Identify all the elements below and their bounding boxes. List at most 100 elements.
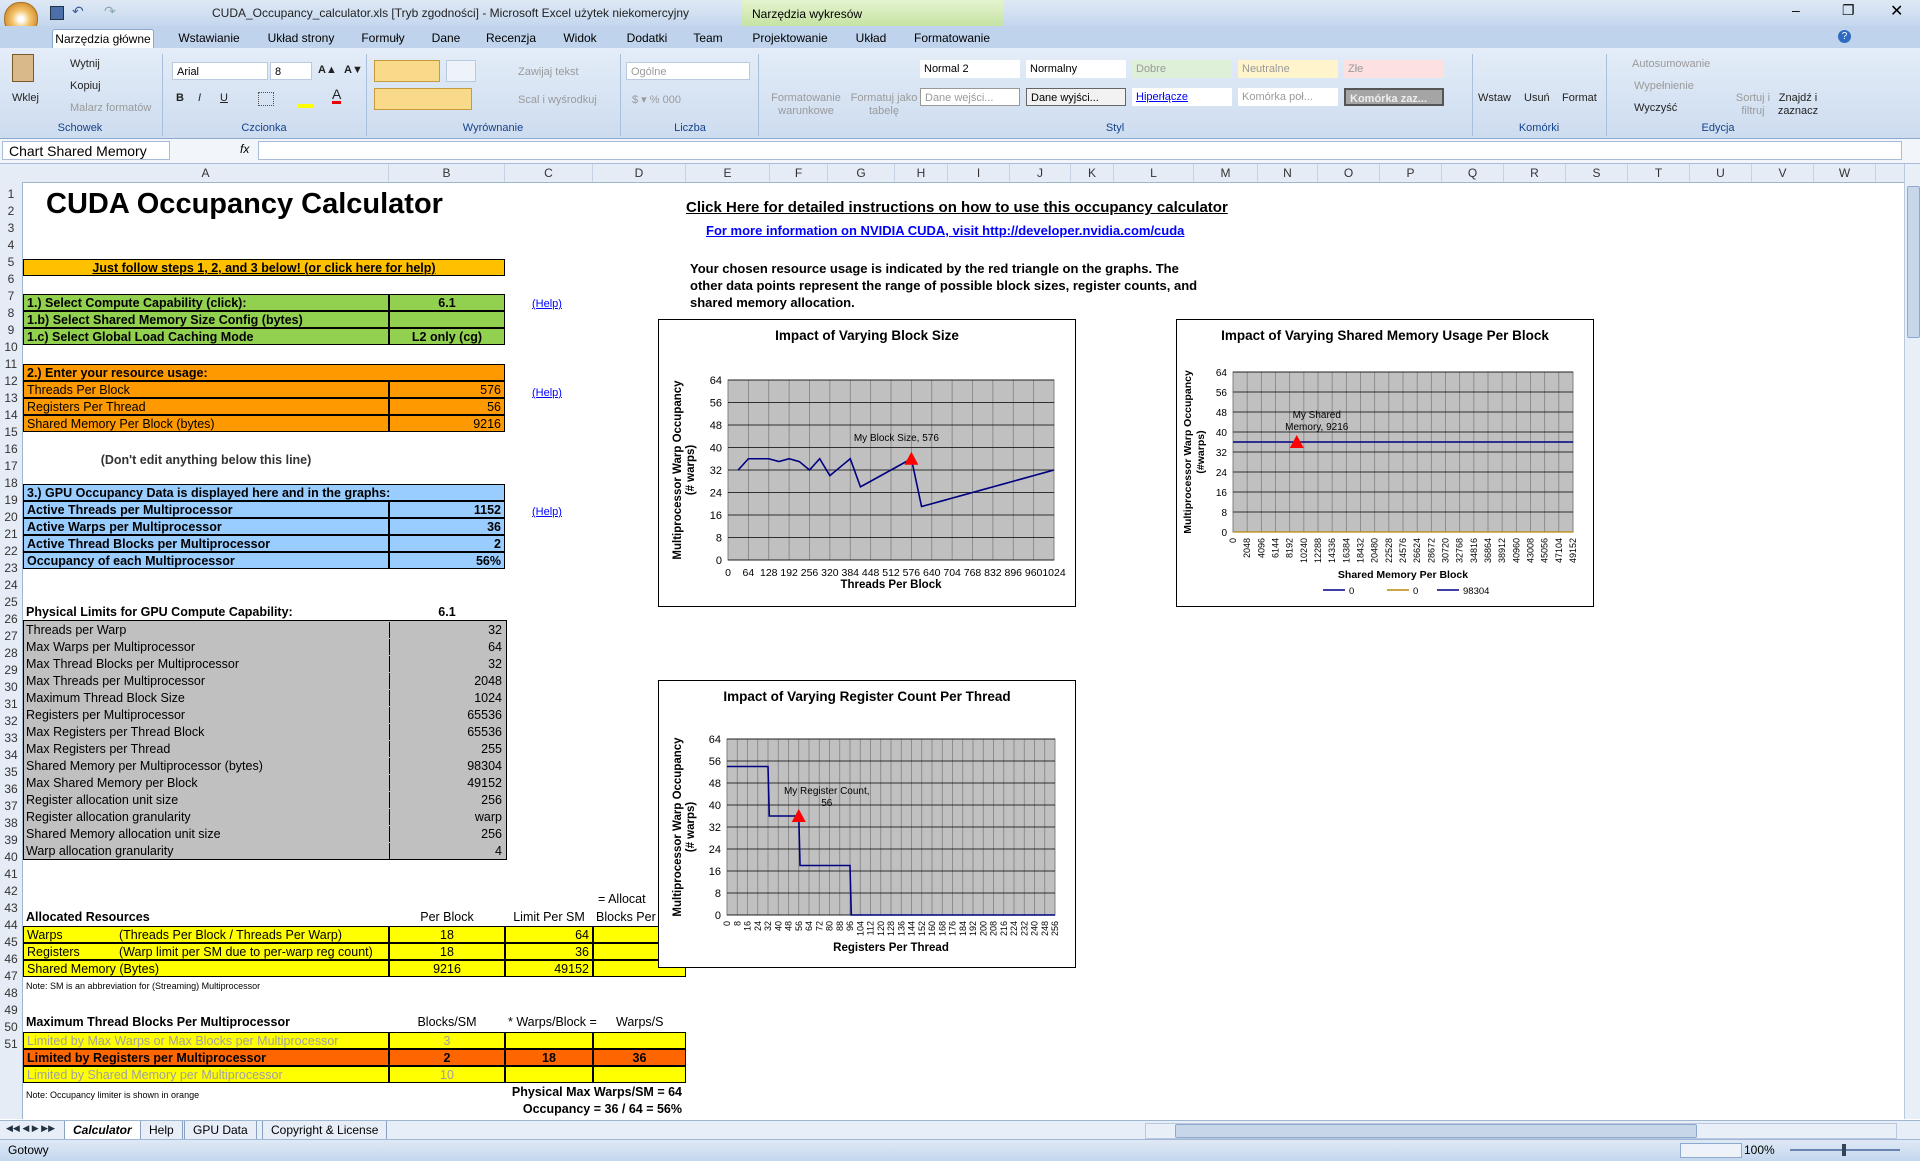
col-F[interactable]: F <box>770 164 828 182</box>
formula-input[interactable] <box>258 141 1902 160</box>
col-U[interactable]: U <box>1690 164 1752 182</box>
row-header-29[interactable]: 29 <box>0 663 22 677</box>
chart-register-count[interactable]: Impact of Varying Register Count Per Thr… <box>658 680 1076 968</box>
col-K[interactable]: K <box>1071 164 1114 182</box>
format-as-table-button[interactable]: Formatuj jako tabelę <box>846 92 922 118</box>
align-left-button[interactable] <box>374 88 472 110</box>
row-header-21[interactable]: 21 <box>0 527 22 541</box>
row-header-36[interactable]: 36 <box>0 782 22 796</box>
undo-icon[interactable]: ↶ <box>72 3 84 20</box>
style-zle[interactable]: Złe <box>1344 60 1444 78</box>
name-box[interactable]: Chart Shared Memory <box>2 141 170 160</box>
col-H[interactable]: H <box>895 164 948 182</box>
col-T[interactable]: T <box>1628 164 1690 182</box>
sheet-nav-icon[interactable]: ◀◀ ◀ ▶ ▶▶ <box>6 1123 55 1134</box>
row-header-41[interactable]: 41 <box>0 867 22 881</box>
row-header-51[interactable]: 51 <box>0 1037 22 1051</box>
col-V[interactable]: V <box>1752 164 1814 182</box>
row-header-27[interactable]: 27 <box>0 629 22 643</box>
row-header-50[interactable]: 50 <box>0 1020 22 1034</box>
style-input[interactable]: Dane wejści... <box>920 88 1020 106</box>
col-J[interactable]: J <box>1010 164 1071 182</box>
view-buttons[interactable] <box>1680 1143 1742 1158</box>
fx-icon[interactable]: fx <box>240 142 249 156</box>
row-header-42[interactable]: 42 <box>0 884 22 898</box>
row-header-40[interactable]: 40 <box>0 850 22 864</box>
row-header-48[interactable]: 48 <box>0 986 22 1000</box>
col-W[interactable]: W <box>1814 164 1876 182</box>
threads-per-block-input[interactable]: 576 <box>389 381 505 398</box>
insert-cells-button[interactable]: Wstaw <box>1478 92 1511 105</box>
row-header-30[interactable]: 30 <box>0 680 22 694</box>
tab-addins[interactable]: Dodatki <box>616 29 678 48</box>
style-output[interactable]: Dane wyjści... <box>1026 88 1126 106</box>
tab-insert[interactable]: Wstawianie <box>164 29 254 48</box>
chart-block-size[interactable]: Impact of Varying Block Size 0 64 128 192 256… <box>658 319 1076 607</box>
row-header-44[interactable]: 44 <box>0 918 22 932</box>
row-header-11[interactable]: 11 <box>0 357 22 371</box>
zoom-level[interactable]: 100% <box>1744 1143 1775 1157</box>
row-header-4[interactable]: 4 <box>0 238 22 252</box>
tab-formulas[interactable]: Formuły <box>352 29 414 48</box>
row-header-46[interactable]: 46 <box>0 952 22 966</box>
col-P[interactable]: P <box>1380 164 1442 182</box>
sheet-tab-calculator[interactable]: Calculator <box>64 1121 141 1140</box>
row-header-13[interactable]: 13 <box>0 391 22 405</box>
redo-icon[interactable]: ↷ <box>104 3 116 20</box>
maximize-icon[interactable]: ❐ <box>1842 2 1855 19</box>
row-header-24[interactable]: 24 <box>0 578 22 592</box>
copy-button[interactable]: Kopiuj <box>70 80 101 93</box>
row-header-23[interactable]: 23 <box>0 561 22 575</box>
nvidia-cuda-link[interactable]: For more information on NVIDIA CUDA, vis… <box>703 223 1187 239</box>
borders-icon[interactable] <box>258 92 274 106</box>
row-header-7[interactable]: 7 <box>0 289 22 303</box>
wrap-text-button[interactable]: Zawijaj tekst <box>518 66 579 79</box>
clear-button[interactable]: Wyczyść <box>1634 102 1677 115</box>
vertical-scrollbar[interactable] <box>1904 164 1920 1119</box>
orientation-button[interactable] <box>446 60 476 82</box>
sheet-tab-copyright[interactable]: Copyright & License <box>262 1121 388 1140</box>
row-header-31[interactable]: 31 <box>0 697 22 711</box>
tab-team[interactable]: Team <box>686 29 730 48</box>
row-header-38[interactable]: 38 <box>0 816 22 830</box>
col-D[interactable]: D <box>593 164 686 182</box>
help-link-3[interactable]: (Help) <box>529 504 565 520</box>
save-icon[interactable] <box>50 6 64 20</box>
style-dobre[interactable]: Dobre <box>1132 60 1232 78</box>
cut-button[interactable]: Wytnij <box>70 58 100 71</box>
tab-layout[interactable]: Układ <box>846 29 896 48</box>
compute-capability-select[interactable]: 6.1 <box>389 294 505 311</box>
row-header-39[interactable]: 39 <box>0 833 22 847</box>
col-G[interactable]: G <box>828 164 895 182</box>
col-N[interactable]: N <box>1258 164 1318 182</box>
style-hyperlink[interactable]: Hiperłącze <box>1132 88 1232 106</box>
sheet-tab-help[interactable]: Help <box>140 1121 183 1140</box>
style-normal2[interactable]: Normal 2 <box>920 60 1020 78</box>
style-check-cell[interactable]: Komórka zaz... <box>1344 88 1444 106</box>
col-I[interactable]: I <box>948 164 1010 182</box>
find-select-button[interactable]: Znajdź i zaznacz <box>1776 92 1820 118</box>
row-header-2[interactable]: 2 <box>0 204 22 218</box>
col-Q[interactable]: Q <box>1442 164 1504 182</box>
tab-review[interactable]: Recenzja <box>476 29 546 48</box>
row-header-25[interactable]: 25 <box>0 595 22 609</box>
help-link-1[interactable]: (Help) <box>529 296 565 312</box>
row-header-14[interactable]: 14 <box>0 408 22 422</box>
minimize-icon[interactable]: – <box>1792 2 1800 18</box>
fill-button[interactable]: Wypełnienie <box>1634 80 1694 93</box>
row-header-26[interactable]: 26 <box>0 612 22 626</box>
row-header-37[interactable]: 37 <box>0 799 22 813</box>
col-L[interactable]: L <box>1114 164 1194 182</box>
shared-memory-config-select[interactable] <box>389 311 505 328</box>
italic-button[interactable]: I <box>198 92 201 105</box>
col-C[interactable]: C <box>505 164 593 182</box>
shared-memory-input[interactable]: 9216 <box>389 415 505 432</box>
zoom-slider-thumb[interactable] <box>1842 1144 1846 1156</box>
style-linked-cell[interactable]: Komórka poł... <box>1238 88 1338 106</box>
row-header-5[interactable]: 5 <box>0 255 22 269</box>
row-header-35[interactable]: 35 <box>0 765 22 779</box>
conditional-format-button[interactable]: Formatowanie warunkowe <box>766 92 846 118</box>
paste-button[interactable]: Wklej <box>12 92 39 105</box>
registers-per-thread-input[interactable]: 56 <box>389 398 505 415</box>
row-header-22[interactable]: 22 <box>0 544 22 558</box>
